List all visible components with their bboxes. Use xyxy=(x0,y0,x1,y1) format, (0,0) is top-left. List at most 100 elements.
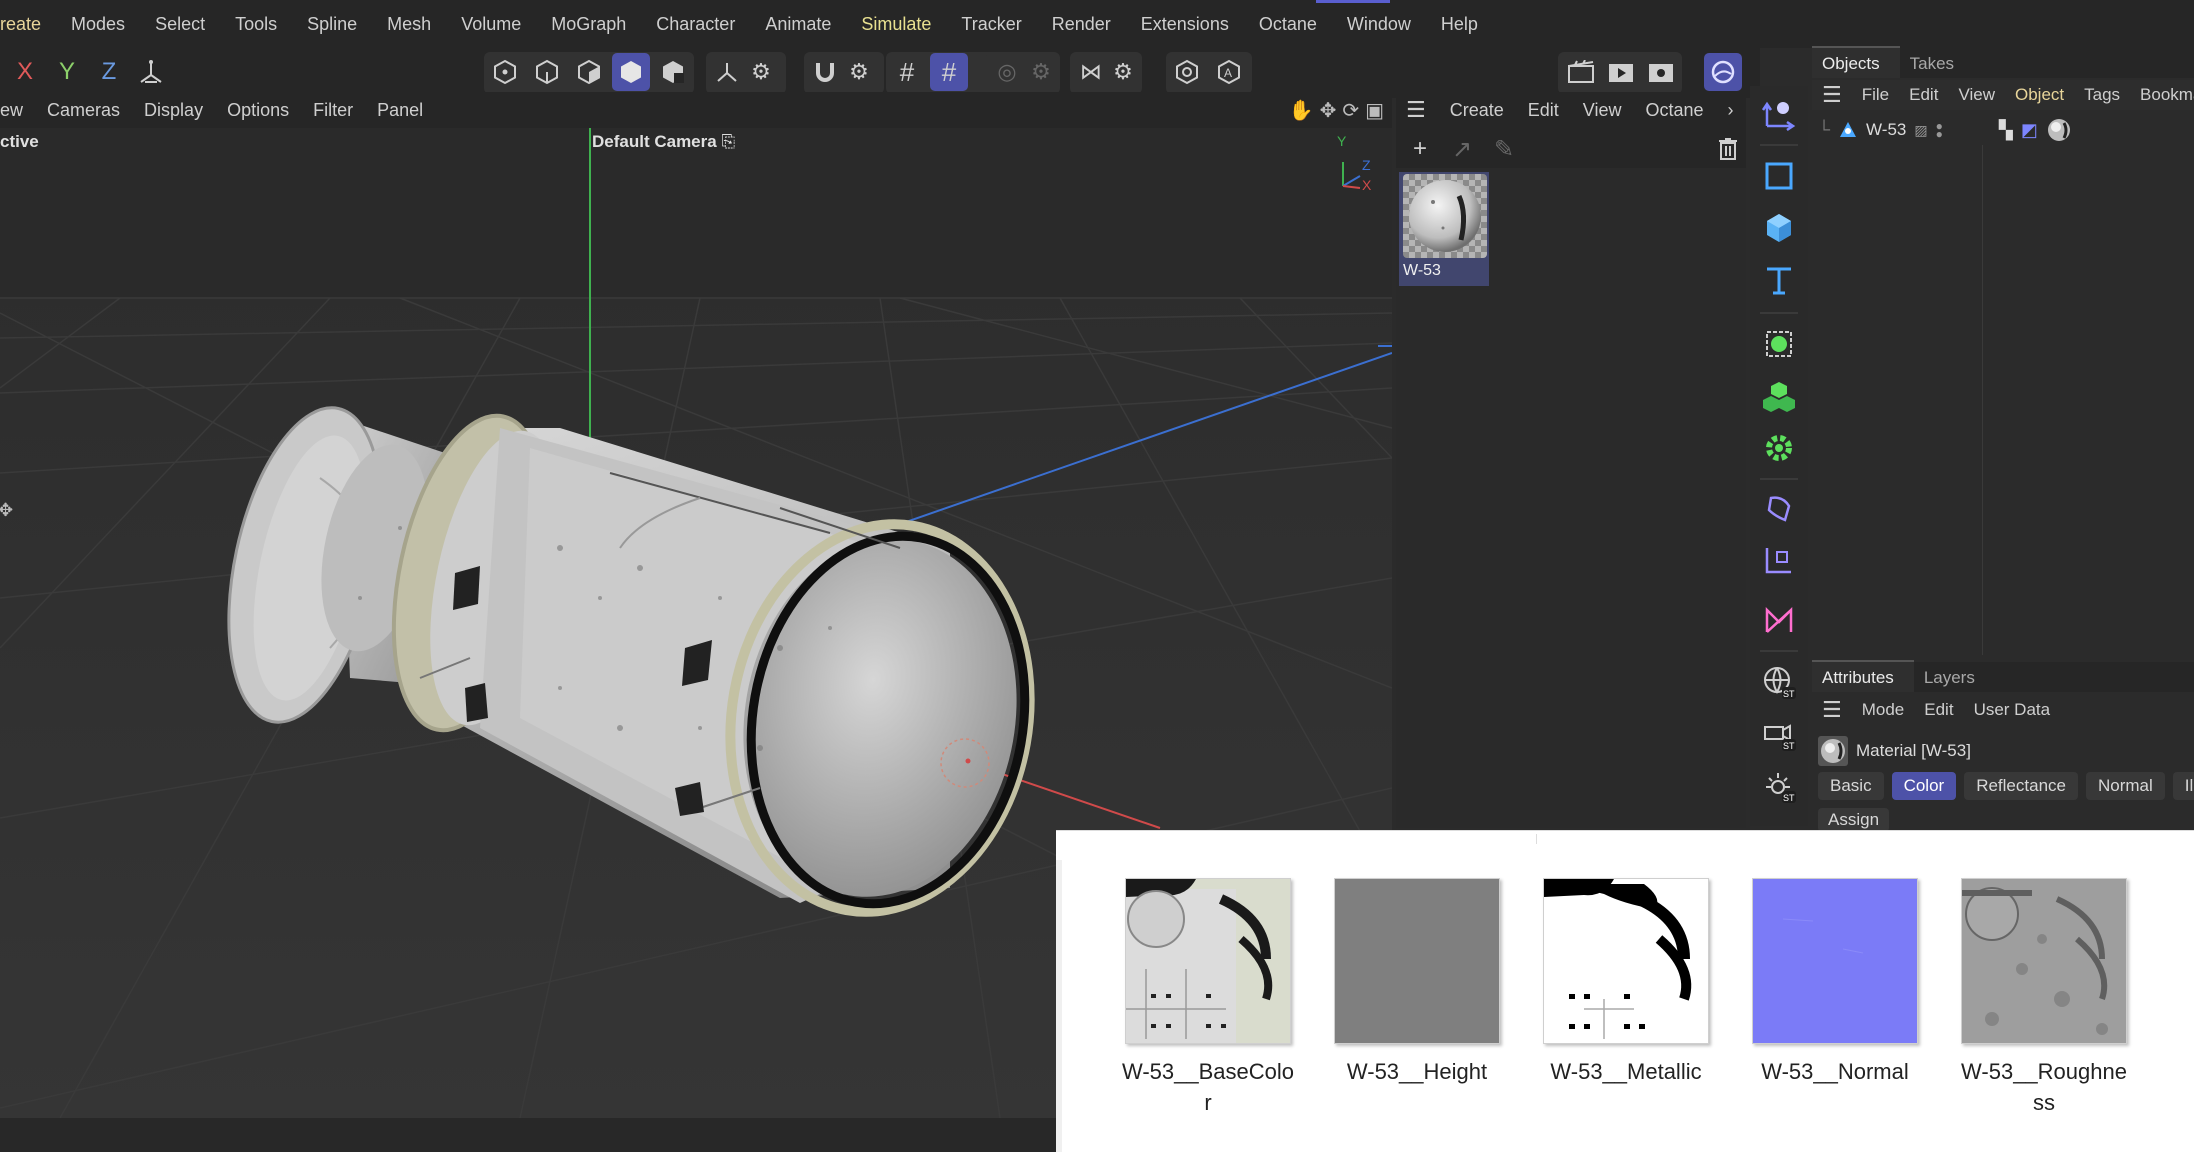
channel-tab-basic[interactable]: Basic xyxy=(1818,772,1884,800)
object-row[interactable]: └ W-53 ▨ ● ● ▚ ◩ xyxy=(1818,116,2072,144)
menu-modes[interactable]: Modes xyxy=(56,14,140,35)
menu-create[interactable]: reate xyxy=(0,14,56,35)
menu-mograph[interactable]: MoGraph xyxy=(536,14,641,35)
generator-button[interactable] xyxy=(1755,320,1803,368)
sky-object-button[interactable]: ST xyxy=(1755,658,1803,706)
explorer-scrollbar[interactable] xyxy=(1056,860,1062,1152)
menu-tracker[interactable]: Tracker xyxy=(946,14,1036,35)
attributes-menu-user-data[interactable]: User Data xyxy=(1964,700,2061,720)
menu-animate[interactable]: Animate xyxy=(750,14,846,35)
menu-volume[interactable]: Volume xyxy=(446,14,536,35)
channel-tab-illumination[interactable]: Il xyxy=(2172,772,2194,800)
snap-button[interactable] xyxy=(806,53,844,91)
octane-live-viewer-button[interactable] xyxy=(1704,53,1742,91)
pan-hand-icon[interactable]: ✋ xyxy=(1289,98,1314,123)
menu-extensions[interactable]: Extensions xyxy=(1126,14,1244,35)
objects-menu-object[interactable]: Object xyxy=(2005,85,2074,105)
viewport-menu-view[interactable]: ew xyxy=(0,100,47,121)
coordinate-system-button[interactable] xyxy=(132,53,170,91)
viewport-menu-options[interactable]: Options xyxy=(227,100,313,121)
file-name-basecolor[interactable]: W-53__BaseColo r xyxy=(1103,1056,1313,1118)
file-name-metallic[interactable]: W-53__Metallic xyxy=(1521,1056,1731,1087)
new-material-button[interactable]: + xyxy=(1402,132,1438,166)
workplane-button[interactable]: # xyxy=(888,53,926,91)
menu-render[interactable]: Render xyxy=(1037,14,1126,35)
light-object-button[interactable]: ST xyxy=(1755,762,1803,810)
rotate-camera-icon[interactable]: ⟳ xyxy=(1342,98,1359,123)
x-axis-lock-button[interactable]: X xyxy=(6,53,44,91)
camera-object-button[interactable]: ST xyxy=(1755,710,1803,758)
viewport-menu-panel[interactable]: Panel xyxy=(377,100,439,121)
render-view-button[interactable] xyxy=(1602,53,1640,91)
soft-selection-settings-button[interactable]: ⚙ xyxy=(1022,53,1060,91)
menu-window[interactable]: Window xyxy=(1332,14,1426,35)
viewport-menu-display[interactable]: Display xyxy=(144,100,227,121)
y-axis-lock-button[interactable]: Y xyxy=(48,53,86,91)
tab-attributes[interactable]: Attributes xyxy=(1812,660,1914,692)
texture-thumbnail-basecolor[interactable] xyxy=(1125,878,1291,1044)
material-item[interactable]: W-53 xyxy=(1399,172,1489,286)
menu-help[interactable]: Help xyxy=(1426,14,1493,35)
objects-menu-file[interactable]: File xyxy=(1852,85,1899,105)
objects-menu-view[interactable]: View xyxy=(1948,85,2005,105)
eyedropper-button[interactable]: ✎ xyxy=(1486,132,1522,166)
maximize-view-icon[interactable]: ▣ xyxy=(1365,98,1384,123)
hamburger-menu-icon[interactable]: ☰ xyxy=(1812,697,1852,723)
material-menu-create[interactable]: Create xyxy=(1438,100,1516,121)
points-mode-button[interactable] xyxy=(486,53,524,91)
move-camera-icon[interactable]: ✥ xyxy=(1320,98,1337,123)
texture-thumbnail-metallic[interactable] xyxy=(1543,878,1709,1044)
menu-character[interactable]: Character xyxy=(641,14,750,35)
symmetry-settings-button[interactable]: ⚙ xyxy=(1104,53,1142,91)
auto-keying-button[interactable]: A xyxy=(1210,53,1248,91)
hamburger-menu-icon[interactable]: ☰ xyxy=(1812,82,1852,108)
objects-menu-edit[interactable]: Edit xyxy=(1899,85,1948,105)
object-name[interactable]: W-53 xyxy=(1866,120,1906,140)
model-mode-button[interactable] xyxy=(612,53,650,91)
file-name-normal[interactable]: W-53__Normal xyxy=(1730,1056,1940,1087)
render-region-button[interactable] xyxy=(1562,53,1600,91)
axis-mode-button[interactable] xyxy=(708,53,746,91)
attributes-menu-mode[interactable]: Mode xyxy=(1852,700,1915,720)
cube-primitive-button[interactable] xyxy=(1755,204,1803,252)
texture-thumbnail-roughness[interactable] xyxy=(1961,878,2127,1044)
render-settings-button[interactable] xyxy=(1642,53,1680,91)
material-menu-edit[interactable]: Edit xyxy=(1516,100,1571,121)
menu-tools[interactable]: Tools xyxy=(220,14,292,35)
viewport-menu-filter[interactable]: Filter xyxy=(313,100,377,121)
text-spline-button[interactable] xyxy=(1755,256,1803,304)
texture-thumbnail-normal[interactable] xyxy=(1752,878,1918,1044)
tab-takes[interactable]: Takes xyxy=(1900,48,1974,78)
polygons-mode-button[interactable] xyxy=(570,53,608,91)
layer-edit-icon[interactable]: ▨ xyxy=(1914,122,1927,139)
edges-mode-button[interactable] xyxy=(528,53,566,91)
snap-grid-button[interactable]: # xyxy=(930,53,968,91)
field-button[interactable] xyxy=(1755,536,1803,584)
delete-material-button[interactable] xyxy=(1710,132,1746,166)
material-tag-icon[interactable] xyxy=(2046,117,2072,143)
move-tool-button[interactable] xyxy=(1755,90,1803,138)
material-menu-octane[interactable]: Octane xyxy=(1634,100,1716,121)
axis-settings-button[interactable]: ⚙ xyxy=(742,53,780,91)
menu-select[interactable]: Select xyxy=(140,14,220,35)
tab-layers[interactable]: Layers xyxy=(1914,662,1995,692)
soft-selection-button[interactable]: ◎ xyxy=(988,53,1026,91)
material-menu-more[interactable]: › xyxy=(1716,100,1746,121)
channel-tab-color[interactable]: Color xyxy=(1891,772,1957,800)
channel-tab-reflectance[interactable]: Reflectance xyxy=(1964,772,2078,800)
objects-menu-bookmarks[interactable]: Bookmar xyxy=(2130,85,2194,105)
viewport-menu-cameras[interactable]: Cameras xyxy=(47,100,144,121)
menu-octane[interactable]: Octane xyxy=(1244,14,1332,35)
phong-tag-icon[interactable]: ◩ xyxy=(2021,120,2038,141)
file-name-height[interactable]: W-53__Height xyxy=(1312,1056,1522,1087)
mograph-cloner-button[interactable] xyxy=(1755,372,1803,420)
objects-menu-tags[interactable]: Tags xyxy=(2074,85,2130,105)
menu-mesh[interactable]: Mesh xyxy=(372,14,446,35)
texture-thumbnail-height[interactable] xyxy=(1334,878,1500,1044)
visibility-dots-icon[interactable]: ● ● xyxy=(1936,120,1943,140)
z-axis-lock-button[interactable]: Z xyxy=(90,53,128,91)
spline-primitive-button[interactable] xyxy=(1755,152,1803,200)
uv-mode-button[interactable] xyxy=(654,53,692,91)
attributes-menu-edit[interactable]: Edit xyxy=(1914,700,1963,720)
assign-tab[interactable]: Assign xyxy=(1818,808,1890,832)
